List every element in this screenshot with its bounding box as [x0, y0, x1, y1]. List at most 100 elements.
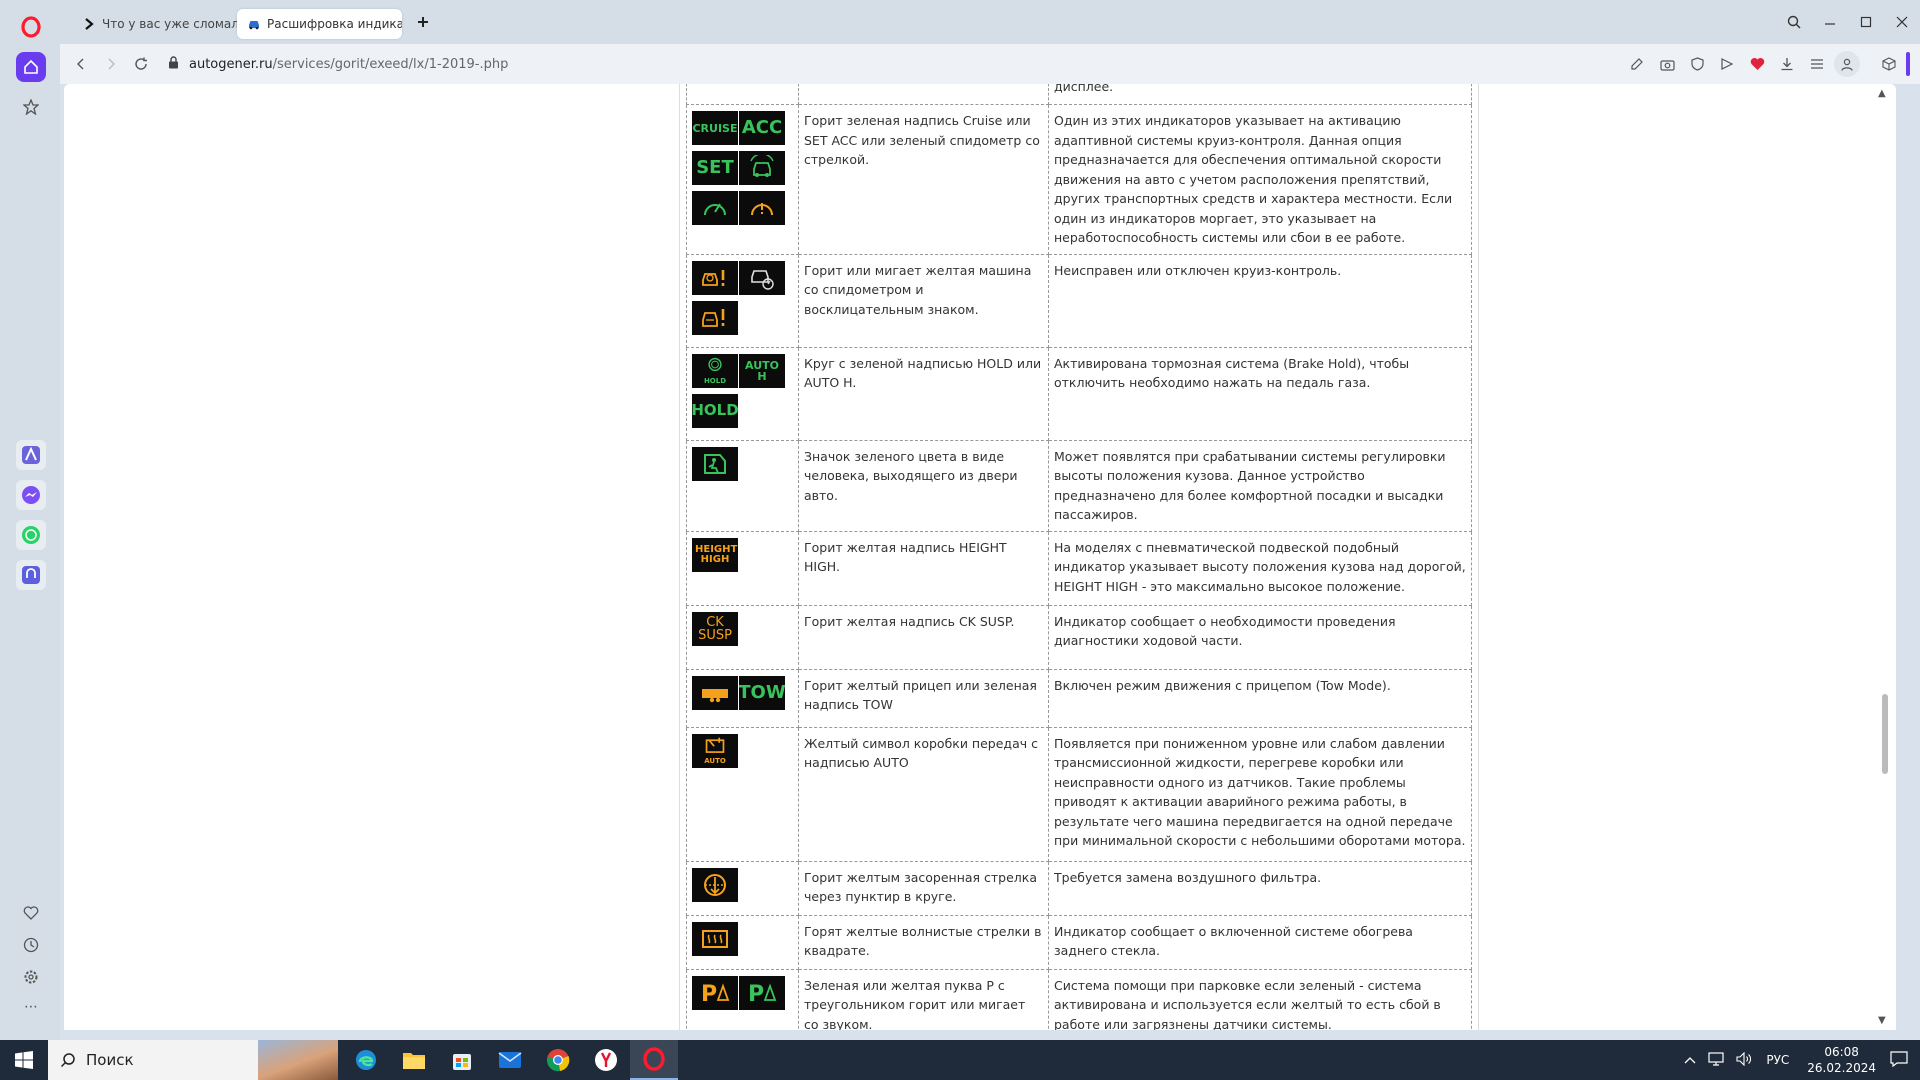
more-options-icon[interactable]: ⋯ — [16, 992, 46, 1022]
indicator-icons-cell: HEIGHT HIGH — [686, 530, 799, 606]
indicator-table: дисплее. CRUISE ACC SET Горит зеленая надпис… — [686, 84, 1472, 1030]
mail-icon[interactable] — [486, 1040, 534, 1080]
back-button[interactable] — [66, 49, 96, 79]
maximize-icon[interactable] — [1848, 4, 1884, 40]
profile-icon[interactable] — [1834, 51, 1860, 77]
scroll-down-icon[interactable]: ▼ — [1878, 1015, 1886, 1026]
chevron-left-icon — [77, 58, 84, 70]
indicator-description — [798, 84, 1049, 105]
network-icon[interactable] — [1708, 1051, 1724, 1069]
url-field[interactable]: autogener.ru/services/gorit/exeed/lx/1-2… — [168, 55, 508, 73]
indicator-icons-cell: TOW — [686, 668, 799, 728]
shield-icon[interactable] — [1684, 51, 1710, 77]
home-icon[interactable] — [16, 52, 46, 82]
indicator-icons-cell: HOLD AUTO H HOLD — [686, 346, 799, 441]
toolbar-right — [1624, 44, 1910, 84]
indicator-meaning: На моделях с пневматической подвеской по… — [1048, 530, 1472, 606]
parking-assist-icon: P — [692, 975, 738, 1010]
tab-2-active[interactable]: Расшифровка индикатор — [237, 9, 402, 39]
table-row: Горит желтым засоренная стрелка через пу… — [686, 860, 1472, 916]
input-language[interactable]: РУС — [1766, 1053, 1789, 1067]
car-favicon-icon — [247, 17, 261, 31]
speed-dial-icon[interactable] — [16, 92, 46, 122]
page-scrollbar[interactable]: ▲ ▼ — [1874, 84, 1896, 1030]
car-radar-icon — [739, 151, 785, 185]
svg-text:P: P — [748, 982, 764, 1006]
table-row: Значок зеленого цвета в виде человека, в… — [686, 439, 1472, 532]
start-button[interactable] — [0, 1040, 48, 1080]
indicator-description: Горит желтая надпись HEIGHT HIGH. — [798, 530, 1049, 606]
indicator-label: SET — [696, 157, 734, 178]
easy-setup-menu-icon[interactable] — [1804, 51, 1830, 77]
table-row: P P Зеленая или желтая пуква P с треугольн… — [686, 968, 1472, 1030]
indicator-label: TOW — [739, 681, 785, 703]
indicator-meaning: Один из этих индикаторов указывает на ак… — [1048, 104, 1472, 255]
file-explorer-icon[interactable] — [390, 1040, 438, 1080]
car-speedometer-warning-icon — [692, 260, 738, 295]
windows-logo-icon — [15, 1051, 33, 1069]
whatsapp-icon[interactable] — [16, 520, 46, 550]
indicator-meaning: дисплее. — [1048, 84, 1472, 105]
speedometer-icon — [692, 191, 738, 225]
reload-icon — [135, 57, 147, 70]
tab-search-icon[interactable] — [1776, 4, 1812, 40]
scroll-up-icon[interactable]: ▲ — [1878, 88, 1886, 99]
table-row: Горит или мигает желтая машина со спидом… — [686, 253, 1472, 348]
clock[interactable]: 06:08 26.02.2024 — [1807, 1044, 1876, 1076]
table-row: HOLD AUTO H HOLD Круг с зеленой надписью HO… — [686, 346, 1472, 441]
car-speedometer-icon — [739, 260, 785, 295]
volume-icon[interactable] — [1736, 1051, 1752, 1069]
table-row: AUTO Желтый символ коробки передач с надп… — [686, 726, 1472, 862]
speedometer-warning-icon — [739, 191, 785, 225]
indicator-label: AUTO — [704, 757, 726, 765]
heart-icon[interactable] — [1744, 51, 1770, 77]
tray-chevron-up-icon[interactable] — [1684, 1053, 1696, 1067]
music-player-icon[interactable] — [16, 560, 46, 590]
reload-button[interactable] — [126, 49, 156, 79]
extensions-cube-icon[interactable] — [1876, 51, 1902, 77]
gearbox-icon: AUTO — [692, 733, 738, 768]
settings-gear-icon[interactable] — [16, 962, 46, 992]
indicator-label: AUTO H — [745, 358, 779, 383]
opera-logo-icon[interactable] — [16, 12, 46, 42]
indicator-meaning: Появляется при пониженном уровне или сла… — [1048, 726, 1472, 862]
edge-icon[interactable] — [342, 1040, 390, 1080]
download-icon[interactable] — [1774, 51, 1800, 77]
new-tab-button[interactable] — [410, 9, 436, 35]
store-icon[interactable] — [438, 1040, 486, 1080]
edit-icon[interactable] — [1624, 51, 1650, 77]
close-icon[interactable] — [1884, 4, 1920, 40]
rear-defrost-icon — [692, 921, 738, 956]
forward-button[interactable] — [96, 49, 126, 79]
messenger-icon[interactable] — [16, 480, 46, 510]
indicator-label-icon: SET — [692, 151, 738, 185]
indicator-meaning: Требуется замена воздушного фильтра. — [1048, 860, 1472, 916]
parking-assist-icon: P — [739, 975, 785, 1010]
history-icon[interactable] — [16, 930, 46, 960]
snapshot-camera-icon[interactable] — [1654, 51, 1680, 77]
svg-text:P: P — [701, 982, 717, 1006]
aria-ai-icon[interactable] — [16, 440, 46, 470]
person-exit-car-icon — [692, 446, 738, 481]
taskbar-search[interactable]: Поиск — [48, 1040, 338, 1080]
indicator-label-icon: TOW — [739, 675, 785, 710]
indicator-label: HOLD — [692, 401, 738, 419]
favorites-icon[interactable] — [16, 898, 46, 928]
trailer-icon — [692, 675, 738, 710]
indicator-label: HOLD — [703, 377, 727, 385]
indicator-icons-cell — [686, 860, 799, 916]
tab-1[interactable]: Что у вас уже сломалось — [72, 9, 237, 39]
indicator-meaning: Включен режим движения с прицепом (Tow M… — [1048, 668, 1472, 728]
scrollbar-thumb[interactable] — [1882, 694, 1888, 774]
minimize-icon[interactable] — [1812, 4, 1848, 40]
indicator-icons-cell: CRUISE ACC SET — [686, 104, 799, 255]
indicator-label: CRUISE — [692, 121, 738, 135]
notifications-icon[interactable] — [1890, 1050, 1908, 1070]
yandex-browser-icon[interactable] — [582, 1040, 630, 1080]
indicator-meaning: Индикатор сообщает о включенной системе … — [1048, 914, 1472, 970]
send-icon[interactable] — [1714, 51, 1740, 77]
opera-taskbar-icon[interactable] — [630, 1040, 678, 1080]
indicator-label-icon: ACC — [739, 111, 785, 145]
chrome-icon[interactable] — [534, 1040, 582, 1080]
indicator-label: HEIGHT HIGH — [695, 543, 738, 565]
